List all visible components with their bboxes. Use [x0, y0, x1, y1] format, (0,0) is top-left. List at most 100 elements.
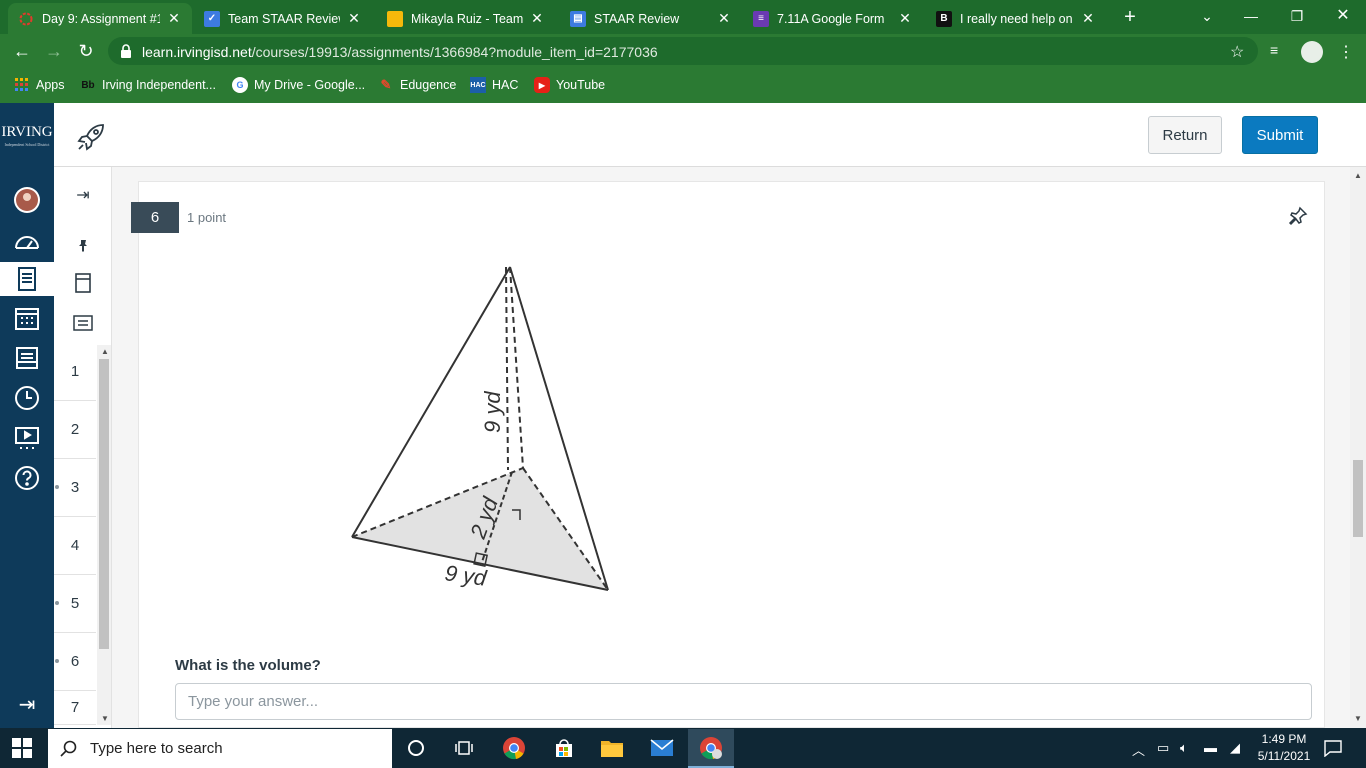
close-icon[interactable]: ✕	[716, 10, 732, 27]
sites-icon: ▤	[570, 10, 586, 27]
hac-icon: HAC	[470, 77, 486, 93]
inbox-icon[interactable]	[11, 342, 43, 374]
scroll-up-icon[interactable]: ▲	[101, 347, 109, 356]
bookmark-my-drive[interactable]: G My Drive - Google...	[232, 76, 365, 94]
kebab-menu-icon[interactable]: ⋮	[1338, 42, 1354, 62]
mail-icon[interactable]	[648, 734, 676, 762]
close-icon[interactable]: ✕	[897, 10, 913, 27]
courses-icon[interactable]	[0, 262, 54, 296]
notifications-icon[interactable]	[1324, 739, 1342, 757]
tab-title: Mikayla Ruiz - Team ST	[411, 11, 523, 26]
pin-icon[interactable]	[70, 233, 96, 259]
question-number-badge: 6	[131, 202, 179, 233]
bookmark-apps[interactable]: Apps	[14, 76, 65, 94]
bookmark-youtube[interactable]: ▶ YouTube	[534, 76, 605, 94]
question-nav-6[interactable]: 6	[54, 633, 96, 691]
media-controls-icon[interactable]: ≡	[1270, 42, 1278, 58]
school-logo[interactable]: IRVING Independent School District	[0, 103, 54, 167]
close-window-button[interactable]: ✕	[1328, 4, 1358, 28]
wifi-icon[interactable]: ◢	[1230, 740, 1240, 756]
submit-button[interactable]: Submit	[1242, 116, 1318, 154]
chrome-active-window-icon[interactable]	[688, 729, 734, 768]
expand-nav-icon[interactable]: ⇥	[12, 692, 42, 716]
new-tab-button[interactable]: +	[1119, 6, 1141, 28]
avatar[interactable]	[1301, 41, 1323, 63]
youtube-icon: ▶	[534, 77, 550, 93]
pyramid-figure: 9 yd 2 yd 9 yd	[351, 266, 609, 591]
system-clock[interactable]: 1:49 PM 5/11/2021	[1252, 731, 1316, 765]
tab-search-icon[interactable]: ⌄	[1192, 4, 1222, 28]
question-prompt: What is the volume?	[175, 657, 321, 674]
minimize-button[interactable]: —	[1236, 4, 1266, 28]
notes-icon[interactable]	[70, 310, 96, 336]
tab-brainly[interactable]: B I really need help on th ✕	[926, 3, 1106, 34]
question-card	[138, 181, 1325, 728]
close-icon[interactable]: ✕	[166, 10, 182, 27]
question-nav-7[interactable]: 7	[54, 691, 96, 725]
scroll-down-icon[interactable]: ▼	[101, 714, 109, 723]
question-nav-2[interactable]: 2	[54, 401, 96, 459]
answered-dot	[55, 601, 59, 605]
collapse-sidebar-icon[interactable]: ⇥	[70, 182, 96, 208]
rocket-icon	[77, 124, 104, 151]
bookmark-hac[interactable]: HAC HAC	[470, 76, 518, 94]
scrollbar-thumb[interactable]	[99, 359, 109, 649]
battery-icon[interactable]: ▬	[1204, 740, 1217, 755]
reload-button[interactable]: ↻	[74, 39, 98, 63]
file-explorer-icon[interactable]	[598, 734, 626, 762]
scrollbar-thumb[interactable]	[1353, 460, 1363, 537]
close-icon[interactable]: ✕	[1080, 10, 1096, 27]
tab-mikayla[interactable]: Mikayla Ruiz - Team ST ✕	[377, 3, 555, 34]
height-label: 9 yd	[480, 391, 505, 433]
tab-title: Team STAAR Review Re	[228, 11, 340, 26]
tab-team-staar[interactable]: ✓ Team STAAR Review Re ✕	[194, 3, 372, 34]
history-icon[interactable]	[11, 382, 43, 414]
question-nav-3[interactable]: 3	[54, 459, 96, 517]
edugence-icon: ✎	[380, 77, 392, 92]
studio-icon[interactable]	[11, 422, 43, 454]
return-button[interactable]: Return	[1148, 116, 1222, 154]
flag-question-pin-icon[interactable]	[1288, 206, 1308, 226]
store-icon[interactable]	[550, 734, 578, 762]
back-button[interactable]: ←	[10, 39, 34, 63]
maximize-button[interactable]: ❐	[1282, 4, 1312, 28]
close-icon[interactable]: ✕	[346, 10, 362, 27]
search-icon	[60, 740, 77, 757]
question-nav-4[interactable]: 4	[54, 517, 96, 575]
windows-start-icon[interactable]	[12, 738, 32, 758]
show-hidden-icons[interactable]: ︿	[1132, 740, 1145, 759]
scroll-up-icon[interactable]: ▲	[1354, 171, 1362, 180]
sidebar-scrollbar[interactable]	[97, 345, 111, 725]
close-icon[interactable]: ✕	[529, 10, 545, 27]
cortana-icon[interactable]	[402, 734, 430, 762]
calendar-icon[interactable]	[11, 302, 43, 334]
calculator-icon[interactable]	[70, 270, 96, 296]
tab-staar-review[interactable]: ▤ STAAR Review ✕	[560, 3, 742, 34]
dashboard-icon[interactable]	[11, 226, 43, 258]
bookmark-edugence[interactable]: ✎ Edugence	[378, 76, 457, 94]
tab-assignment[interactable]: Day 9: Assignment #1 ✕	[8, 3, 192, 34]
bookmark-star-icon[interactable]: ☆	[1230, 42, 1244, 62]
volume-icon[interactable]: 🔈︎	[1180, 740, 1188, 756]
answer-input[interactable]	[175, 683, 1312, 720]
account-avatar[interactable]	[11, 184, 43, 216]
tab-title: I really need help on th	[960, 11, 1074, 26]
tab-title: 7.11A Google Form	[777, 11, 885, 26]
tab-google-form[interactable]: ≡ 7.11A Google Form ✕	[743, 3, 923, 34]
question-points: 1 point	[187, 210, 227, 225]
base-label: 9 yd	[443, 560, 488, 591]
forms-icon: ✓	[204, 10, 220, 27]
lock-icon	[121, 44, 131, 58]
bookmark-irving[interactable]: Bb Irving Independent...	[80, 76, 216, 94]
page-scrollbar[interactable]	[1350, 167, 1366, 728]
meet-now-icon[interactable]: ▭	[1157, 740, 1169, 756]
forward-button[interactable]: →	[42, 39, 66, 63]
tab-title: STAAR Review	[594, 11, 680, 26]
scroll-down-icon[interactable]: ▼	[1354, 714, 1362, 723]
chrome-icon[interactable]	[500, 734, 528, 762]
question-nav-1[interactable]: 1	[54, 343, 96, 401]
help-icon[interactable]	[11, 462, 43, 494]
question-nav-5[interactable]: 5	[54, 575, 96, 633]
task-view-icon[interactable]	[450, 734, 478, 762]
taskbar-search[interactable]: Type here to search	[48, 729, 392, 768]
